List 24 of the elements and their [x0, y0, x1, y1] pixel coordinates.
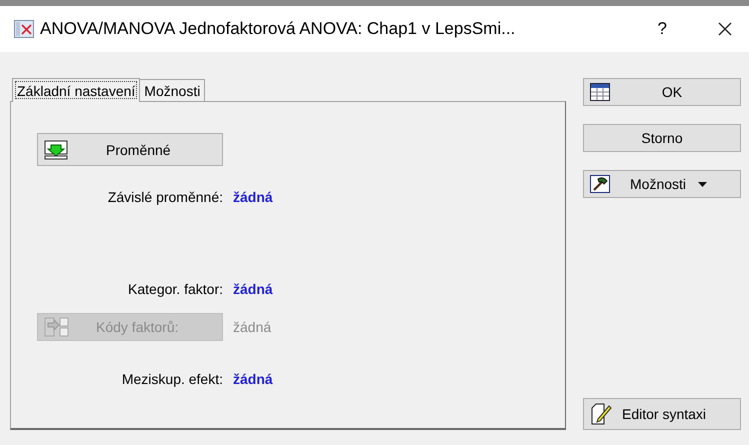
hammer-icon — [590, 175, 610, 193]
field-value: žádná — [233, 281, 273, 297]
ok-button[interactable]: OK — [583, 78, 741, 106]
field-value: žádná — [233, 319, 272, 335]
window-title: ANOVA/MANOVA Jednofaktorová ANOVA: Chap1 v LepsSmi... — [40, 19, 516, 39]
field-value: žádná — [233, 189, 273, 205]
field-value: žádná — [233, 371, 273, 387]
close-icon — [717, 21, 733, 37]
field-label: Závislé proměnné: — [106, 189, 224, 205]
table-icon — [590, 83, 610, 101]
caret-icon — [698, 182, 708, 186]
field-label: Kategor. faktor: — [127, 281, 224, 297]
pencil-icon — [590, 403, 612, 425]
variables-button[interactable]: Proměnné — [37, 133, 223, 166]
syntax-editor-button[interactable]: Editor syntaxi — [583, 398, 741, 430]
tab[interactable]: Možnosti — [139, 79, 206, 101]
help-button[interactable]: ? — [652, 19, 673, 39]
download-arrow-icon — [44, 140, 68, 160]
field-label: Meziskup. efekt: — [120, 371, 224, 387]
factor-codes-icon — [44, 316, 70, 338]
cancel-button[interactable]: Storno — [583, 124, 741, 152]
options-button[interactable]: Možnosti — [583, 170, 741, 198]
tab[interactable]: Základní nastavení — [12, 78, 140, 102]
app-icon — [14, 20, 34, 38]
